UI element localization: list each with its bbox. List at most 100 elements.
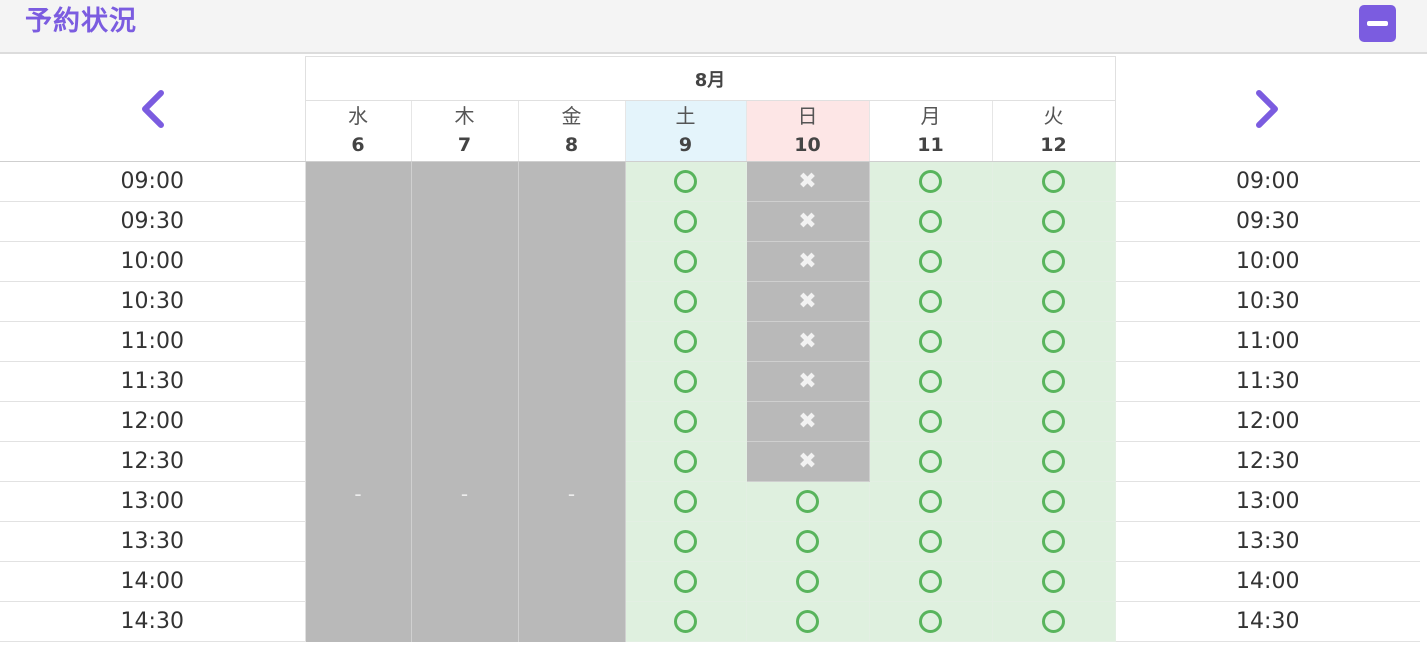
available-slot[interactable]	[746, 561, 870, 602]
full-cross-icon: ✖	[798, 288, 817, 314]
available-circle-icon	[919, 530, 942, 553]
full-slot: ✖	[746, 201, 870, 242]
next-week-button[interactable]	[1114, 56, 1420, 162]
time-label-right: 09:30	[1114, 201, 1420, 242]
time-label-right: 13:00	[1114, 481, 1420, 522]
available-circle-icon	[919, 450, 942, 473]
available-circle-icon	[796, 570, 819, 593]
available-circle-icon	[1042, 490, 1065, 513]
time-label-right: 14:30	[1114, 601, 1420, 642]
available-circle-icon	[674, 210, 697, 233]
time-label-left: 14:30	[0, 601, 306, 642]
full-cross-icon: ✖	[798, 368, 817, 394]
section-title: 予約状況	[25, 6, 137, 37]
available-circle-icon	[796, 610, 819, 633]
available-slot[interactable]	[625, 601, 747, 642]
available-circle-icon	[674, 170, 697, 193]
available-slot[interactable]	[992, 441, 1116, 482]
time-label-right: 11:00	[1114, 321, 1420, 362]
available-slot[interactable]	[746, 601, 870, 642]
available-circle-icon	[919, 210, 942, 233]
prev-week-button[interactable]	[0, 56, 306, 162]
available-slot[interactable]	[869, 241, 993, 282]
available-slot[interactable]	[746, 521, 870, 562]
time-row: 09:30 ✖ 09:30	[0, 201, 1420, 242]
time-label-left: 12:30	[0, 441, 306, 482]
available-circle-icon	[919, 330, 942, 353]
available-slot[interactable]	[625, 161, 747, 202]
time-label-left: 10:00	[0, 241, 306, 282]
available-slot[interactable]	[992, 201, 1116, 242]
time-label-left: 13:30	[0, 521, 306, 562]
time-row: 11:00 ✖ 11:00	[0, 321, 1420, 362]
available-slot[interactable]	[869, 401, 993, 442]
available-slot[interactable]	[869, 441, 993, 482]
available-slot[interactable]	[869, 321, 993, 362]
available-circle-icon	[1042, 450, 1065, 473]
available-slot[interactable]	[992, 281, 1116, 322]
full-cross-icon: ✖	[798, 248, 817, 274]
available-slot[interactable]	[992, 241, 1116, 282]
available-slot[interactable]	[992, 401, 1116, 442]
available-slot[interactable]	[625, 361, 747, 402]
weekday-label: 火	[1043, 104, 1064, 128]
full-slot: ✖	[746, 361, 870, 402]
weekday-label: 日	[797, 104, 818, 128]
time-label-left: 12:00	[0, 401, 306, 442]
available-circle-icon	[919, 290, 942, 313]
available-slot[interactable]	[869, 161, 993, 202]
available-slot[interactable]	[992, 321, 1116, 362]
time-label-right: 09:00	[1114, 161, 1420, 202]
available-circle-icon	[674, 530, 697, 553]
available-circle-icon	[674, 250, 697, 273]
available-slot[interactable]	[992, 481, 1116, 522]
available-slot[interactable]	[746, 481, 870, 522]
date-label: 11	[917, 134, 944, 156]
closed-mark: -	[460, 482, 469, 506]
available-slot[interactable]	[625, 321, 747, 362]
time-row: 10:30 ✖ 10:30	[0, 281, 1420, 322]
time-label-left: 13:00	[0, 481, 306, 522]
available-slot[interactable]	[869, 601, 993, 642]
available-circle-icon	[1042, 610, 1065, 633]
date-label: 6	[351, 134, 365, 156]
available-slot[interactable]	[992, 361, 1116, 402]
time-row: 12:30 ✖ 12:30	[0, 441, 1420, 482]
available-slot[interactable]	[625, 201, 747, 242]
available-slot[interactable]	[625, 521, 747, 562]
full-cross-icon: ✖	[798, 168, 817, 194]
weekday-label: 月	[920, 104, 941, 128]
available-slot[interactable]	[869, 201, 993, 242]
available-slot[interactable]	[869, 281, 993, 322]
available-circle-icon	[1042, 570, 1065, 593]
available-slot[interactable]	[869, 481, 993, 522]
available-slot[interactable]	[992, 561, 1116, 602]
time-label-right: 13:30	[1114, 521, 1420, 562]
available-slot[interactable]	[992, 601, 1116, 642]
available-slot[interactable]	[992, 161, 1116, 202]
available-slot[interactable]	[625, 281, 747, 322]
available-slot[interactable]	[869, 561, 993, 602]
available-slot[interactable]	[625, 441, 747, 482]
time-label-left: 14:00	[0, 561, 306, 602]
available-circle-icon	[674, 610, 697, 633]
available-slot[interactable]	[869, 521, 993, 562]
available-slot[interactable]	[625, 481, 747, 522]
closed-day-column: -	[518, 161, 626, 642]
available-slot[interactable]	[869, 361, 993, 402]
time-row: 13:00 13:00	[0, 481, 1420, 522]
time-row: 13:30 13:30	[0, 521, 1420, 562]
available-slot[interactable]	[992, 521, 1116, 562]
minus-icon	[1367, 21, 1388, 26]
day-header: 火 12	[992, 100, 1116, 162]
full-slot: ✖	[746, 321, 870, 362]
closed-day-column: -	[411, 161, 519, 642]
available-slot[interactable]	[625, 401, 747, 442]
time-label-right: 14:00	[1114, 561, 1420, 602]
available-circle-icon	[796, 530, 819, 553]
available-slot[interactable]	[625, 561, 747, 602]
date-label: 7	[457, 134, 472, 156]
collapse-button[interactable]	[1359, 5, 1396, 42]
available-slot[interactable]	[625, 241, 747, 282]
day-header: 木7	[411, 100, 519, 162]
